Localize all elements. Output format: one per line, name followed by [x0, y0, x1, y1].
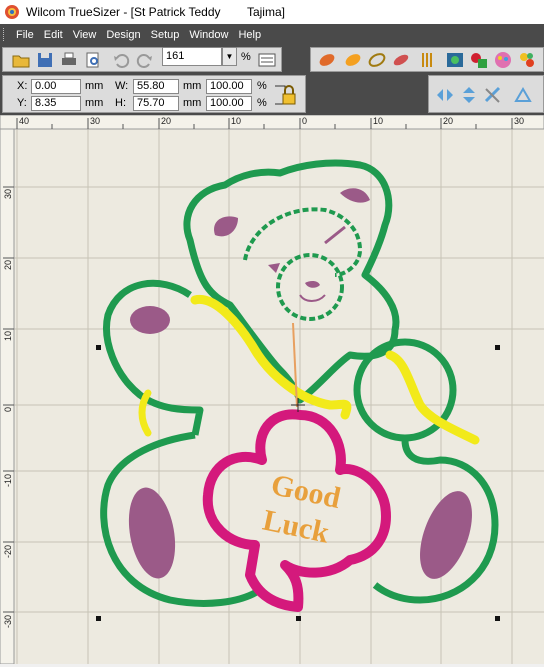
y-label: Y: [17, 97, 27, 109]
menu-design[interactable]: Design [102, 29, 146, 41]
y-unit: mm [85, 97, 104, 109]
properties-toolbar: X: 0.00 mm W: 55.80 mm 100.00 % Y: 8.35 … [0, 73, 544, 115]
app-logo-icon [5, 5, 19, 19]
height-field[interactable]: 75.70 [133, 96, 179, 111]
undo-icon[interactable] [111, 50, 131, 70]
ruler-top-label: 10 [231, 116, 241, 126]
w-pct-unit: % [257, 80, 267, 92]
ruler-top-label: 10 [373, 116, 383, 126]
ruler-left-label: 20 [3, 260, 13, 270]
hoop-view-icon[interactable] [445, 50, 465, 70]
menu-view[interactable]: View [69, 29, 103, 41]
object-properties-panel: X: 0.00 mm W: 55.80 mm 100.00 % Y: 8.35 … [2, 75, 306, 113]
standard-toolbar [2, 47, 282, 72]
w-unit: mm [183, 80, 202, 92]
transform-toolbar [428, 75, 544, 113]
thread-colors-icon[interactable] [517, 50, 537, 70]
rotate-icon[interactable] [483, 85, 503, 105]
h-pct-unit: % [257, 97, 267, 109]
mirror-horizontal-icon[interactable] [435, 85, 455, 105]
top-ruler[interactable] [0, 114, 544, 130]
h-label: H: [115, 97, 126, 109]
zoom-input[interactable]: 161 [162, 47, 222, 66]
print-preview-icon[interactable] [83, 50, 103, 70]
h-unit: mm [183, 97, 202, 109]
height-percent-field[interactable]: 100.00 [206, 96, 252, 111]
ruler-left-label: 10 [3, 331, 13, 341]
trim-icon[interactable] [417, 50, 437, 70]
zoom-dropdown-button[interactable]: ▼ [222, 47, 237, 66]
fill-stitch-icon[interactable] [343, 50, 363, 70]
ruler-left-label: -30 [3, 615, 13, 628]
ruler-top-label: 20 [161, 116, 171, 126]
zoom-settings-icon[interactable] [257, 50, 277, 70]
applique-icon[interactable] [391, 50, 411, 70]
print-icon[interactable] [59, 50, 79, 70]
zoom-unit: % [241, 51, 251, 63]
main-toolbar: 161 ▼ % [0, 45, 544, 73]
title-bar: Wilcom TrueSizer - [St Patrick Teddy Taj… [0, 0, 544, 24]
mirror-vertical-icon[interactable] [459, 85, 479, 105]
x-label: X: [17, 80, 28, 92]
design-canvas-svg[interactable]: 40 30 20 10 0 10 20 30 30 20 10 0 -10 -2… [0, 114, 544, 665]
width-field[interactable]: 55.80 [133, 79, 179, 94]
menu-help[interactable]: Help [234, 29, 267, 41]
satin-stitch-icon[interactable] [317, 50, 337, 70]
ruler-left-label: 0 [3, 407, 13, 412]
ruler-top-label: 30 [514, 116, 524, 126]
w-label: W: [115, 80, 129, 92]
stitch-toolbar [310, 47, 544, 72]
proportional-lock-icon[interactable] [271, 78, 299, 112]
open-folder-icon[interactable] [11, 50, 31, 70]
ruler-left-label: 30 [3, 189, 13, 199]
ruler-top-label: 0 [302, 116, 307, 126]
color-film-icon[interactable] [469, 50, 489, 70]
menu-file[interactable]: File [12, 29, 40, 41]
window-title: Wilcom TrueSizer - [St Patrick Teddy Taj… [26, 5, 285, 19]
y-field[interactable]: 8.35 [31, 96, 81, 111]
outline-stitch-icon[interactable] [367, 50, 387, 70]
design-canvas[interactable]: 40 30 20 10 0 10 20 30 30 20 10 0 -10 -2… [0, 114, 544, 665]
x-unit: mm [85, 80, 104, 92]
left-ruler[interactable] [0, 128, 15, 665]
ruler-top-label: 40 [19, 116, 29, 126]
menu-window[interactable]: Window [185, 29, 234, 41]
teddy-arm-patch [130, 306, 170, 334]
menu-setup[interactable]: Setup [147, 29, 186, 41]
ruler-top-label: 20 [443, 116, 453, 126]
menu-grip [3, 28, 7, 41]
width-percent-field[interactable]: 100.00 [206, 79, 252, 94]
redo-icon[interactable] [135, 50, 155, 70]
ruler-left-label: -10 [3, 474, 13, 487]
save-icon[interactable] [35, 50, 55, 70]
ruler-left-label: -20 [3, 545, 13, 558]
color-palette-icon[interactable] [493, 50, 513, 70]
ruler-top-label: 30 [90, 116, 100, 126]
menu-bar: File Edit View Design Setup Window Help [0, 24, 544, 45]
x-field[interactable]: 0.00 [31, 79, 81, 94]
skew-icon[interactable] [513, 85, 533, 105]
menu-edit[interactable]: Edit [40, 29, 69, 41]
